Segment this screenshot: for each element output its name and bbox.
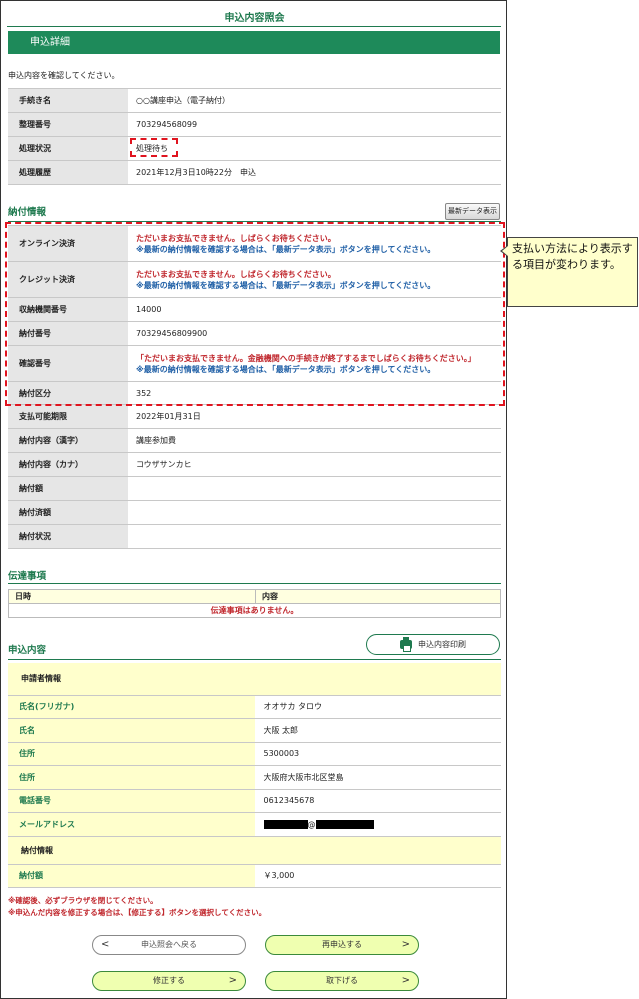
table-header: 日時 内容 — [8, 589, 501, 604]
table-row: 納付額 ￥3,000 — [8, 864, 501, 888]
paid-amount — [128, 500, 501, 525]
row-label: 氏名(フリガナ) — [8, 695, 255, 719]
row-label: 処理状況 — [8, 136, 128, 161]
reapply-button-label: 再申込する — [322, 940, 362, 949]
print-button-label: 申込内容印刷 — [418, 640, 466, 649]
reapply-button[interactable]: 再申込する > — [265, 935, 419, 955]
row-label: 住所 — [8, 742, 255, 766]
table-row: 電話番号 0612345678 — [8, 789, 501, 813]
table-row: 納付状況 — [8, 524, 501, 549]
callout-pointer-fill — [502, 246, 508, 256]
table-row: 手続き名 ○○講座申込（電子納付） — [8, 88, 501, 113]
table-row: 納付内容（漢字） 講座参加費 — [8, 428, 501, 453]
dentatsu-divider — [8, 583, 501, 584]
col-date: 日時 — [8, 589, 256, 604]
application-table: 手続き名 ○○講座申込（電子納付） 整理番号 703294568099 処理状況… — [8, 88, 501, 185]
postal-code-value: 5300003 — [254, 742, 501, 766]
chevron-right-icon: > — [401, 939, 410, 950]
payment-method-highlight — [5, 222, 505, 406]
intro-text: 申込内容を確認してください。 — [8, 71, 120, 80]
page-title: 申込内容照会 — [224, 13, 285, 24]
row-label: 納付内容（カナ） — [8, 452, 128, 477]
payment-content-kanji: 講座参加費 — [128, 428, 501, 453]
table-header: 申請者情報 — [8, 663, 501, 696]
content-divider — [8, 659, 501, 660]
status-highlight — [130, 138, 178, 157]
dentatsu-title: 伝達事項 — [8, 571, 47, 582]
back-button[interactable]: < 申込照会へ戻る — [92, 935, 246, 955]
email-value: @ — [254, 812, 501, 837]
note-close-browser: ※確認後、必ずブラウザを閉じてください。 — [8, 896, 158, 905]
redaction-mask — [263, 819, 308, 829]
print-button[interactable]: 申込内容印刷 — [366, 634, 500, 655]
latest-data-button[interactable]: 最新データ表示 — [445, 203, 500, 220]
col-content: 内容 — [255, 589, 501, 604]
table-row: 住所 5300003 — [8, 742, 501, 766]
redaction-mask — [315, 819, 374, 829]
table-row: 処理履歴 2021年12月3日10時22分 申込 — [8, 160, 501, 185]
history-value: 2021年12月3日10時22分 申込 — [128, 160, 501, 185]
row-label: 住所 — [8, 765, 255, 790]
row-label: 納付額 — [8, 476, 128, 501]
callout-note: 支払い方法により表示する項目が変わります。 — [507, 237, 638, 307]
table-row: メールアドレス @ — [8, 812, 501, 837]
table-row: 氏名(フリガナ) オオサカ タロウ — [8, 695, 501, 719]
payment-heading: 納付情報 — [8, 836, 501, 865]
row-label: 納付済額 — [8, 500, 128, 525]
back-button-label: 申込照会へ戻る — [141, 940, 197, 949]
row-label: 氏名 — [8, 718, 255, 743]
row-label: 手続き名 — [8, 88, 128, 113]
page-frame: 申込内容照会 申込詳細 申込内容を確認してください。 手続き名 ○○講座申込（電… — [0, 0, 507, 999]
empty-message: 伝達事項はありません。 — [8, 603, 501, 618]
table-header: 納付情報 — [8, 836, 501, 865]
payment-amount — [128, 476, 501, 501]
content-title: 申込内容 — [8, 645, 47, 656]
table-row: 納付額 — [8, 476, 501, 501]
email-at: @ — [307, 819, 316, 829]
applicant-heading: 申請者情報 — [8, 663, 501, 696]
payment-content-kana: コウザサンカヒ — [128, 452, 501, 477]
dentatsu-table: 日時 内容 伝達事項はありません。 — [8, 589, 501, 618]
applicant-table: 申請者情報 氏名(フリガナ) オオサカ タロウ 氏名 大阪 太郎 住所 5300… — [8, 663, 501, 888]
table-row: 納付内容（カナ） コウザサンカヒ — [8, 452, 501, 477]
section-band: 申込詳細 — [8, 31, 500, 54]
name-value: 大阪 太郎 — [254, 718, 501, 743]
modify-button-label: 修正する — [153, 976, 185, 985]
reference-number: 703294568099 — [128, 112, 501, 137]
payment-section-title: 納付情報 — [8, 207, 47, 218]
table-row: 整理番号 703294568099 — [8, 112, 501, 137]
chevron-left-icon: < — [101, 939, 110, 950]
withdraw-button-label: 取下げる — [326, 976, 358, 985]
payment-status — [128, 524, 501, 549]
table-row: 氏名 大阪 太郎 — [8, 718, 501, 743]
address-value: 大阪府大阪市北区堂島 — [254, 765, 501, 790]
table-row: 住所 大阪府大阪市北区堂島 — [8, 765, 501, 790]
amount-value: ￥3,000 — [254, 864, 501, 888]
row-label: 電話番号 — [8, 789, 255, 813]
title-divider — [7, 26, 501, 27]
phone-value: 0612345678 — [254, 789, 501, 813]
chevron-right-icon: > — [228, 975, 237, 986]
table-row: 支払可能期限 2022年01月31日 — [8, 404, 501, 429]
table-row: 伝達事項はありません。 — [8, 603, 501, 618]
row-label: 支払可能期限 — [8, 404, 128, 429]
furigana-value: オオサカ タロウ — [254, 695, 501, 719]
payment-deadline: 2022年01月31日 — [128, 404, 501, 429]
withdraw-button[interactable]: 取下げる > — [265, 971, 419, 991]
row-label: 納付内容（漢字） — [8, 428, 128, 453]
row-label: 整理番号 — [8, 112, 128, 137]
table-row: 処理状況 処理待ち — [8, 136, 501, 161]
printer-icon — [400, 637, 412, 652]
row-label: 納付状況 — [8, 524, 128, 549]
row-label: 納付額 — [8, 864, 255, 888]
row-label: 処理履歴 — [8, 160, 128, 185]
modify-button[interactable]: 修正する > — [92, 971, 246, 991]
procedure-name: ○○講座申込（電子納付） — [128, 88, 501, 113]
row-label: メールアドレス — [8, 812, 255, 837]
status-value: 処理待ち — [128, 136, 501, 161]
chevron-right-icon: > — [401, 975, 410, 986]
note-modify: ※申込んだ内容を修正する場合は、【修正する】ボタンを選択してください。 — [8, 908, 267, 917]
table-row: 納付済額 — [8, 500, 501, 525]
